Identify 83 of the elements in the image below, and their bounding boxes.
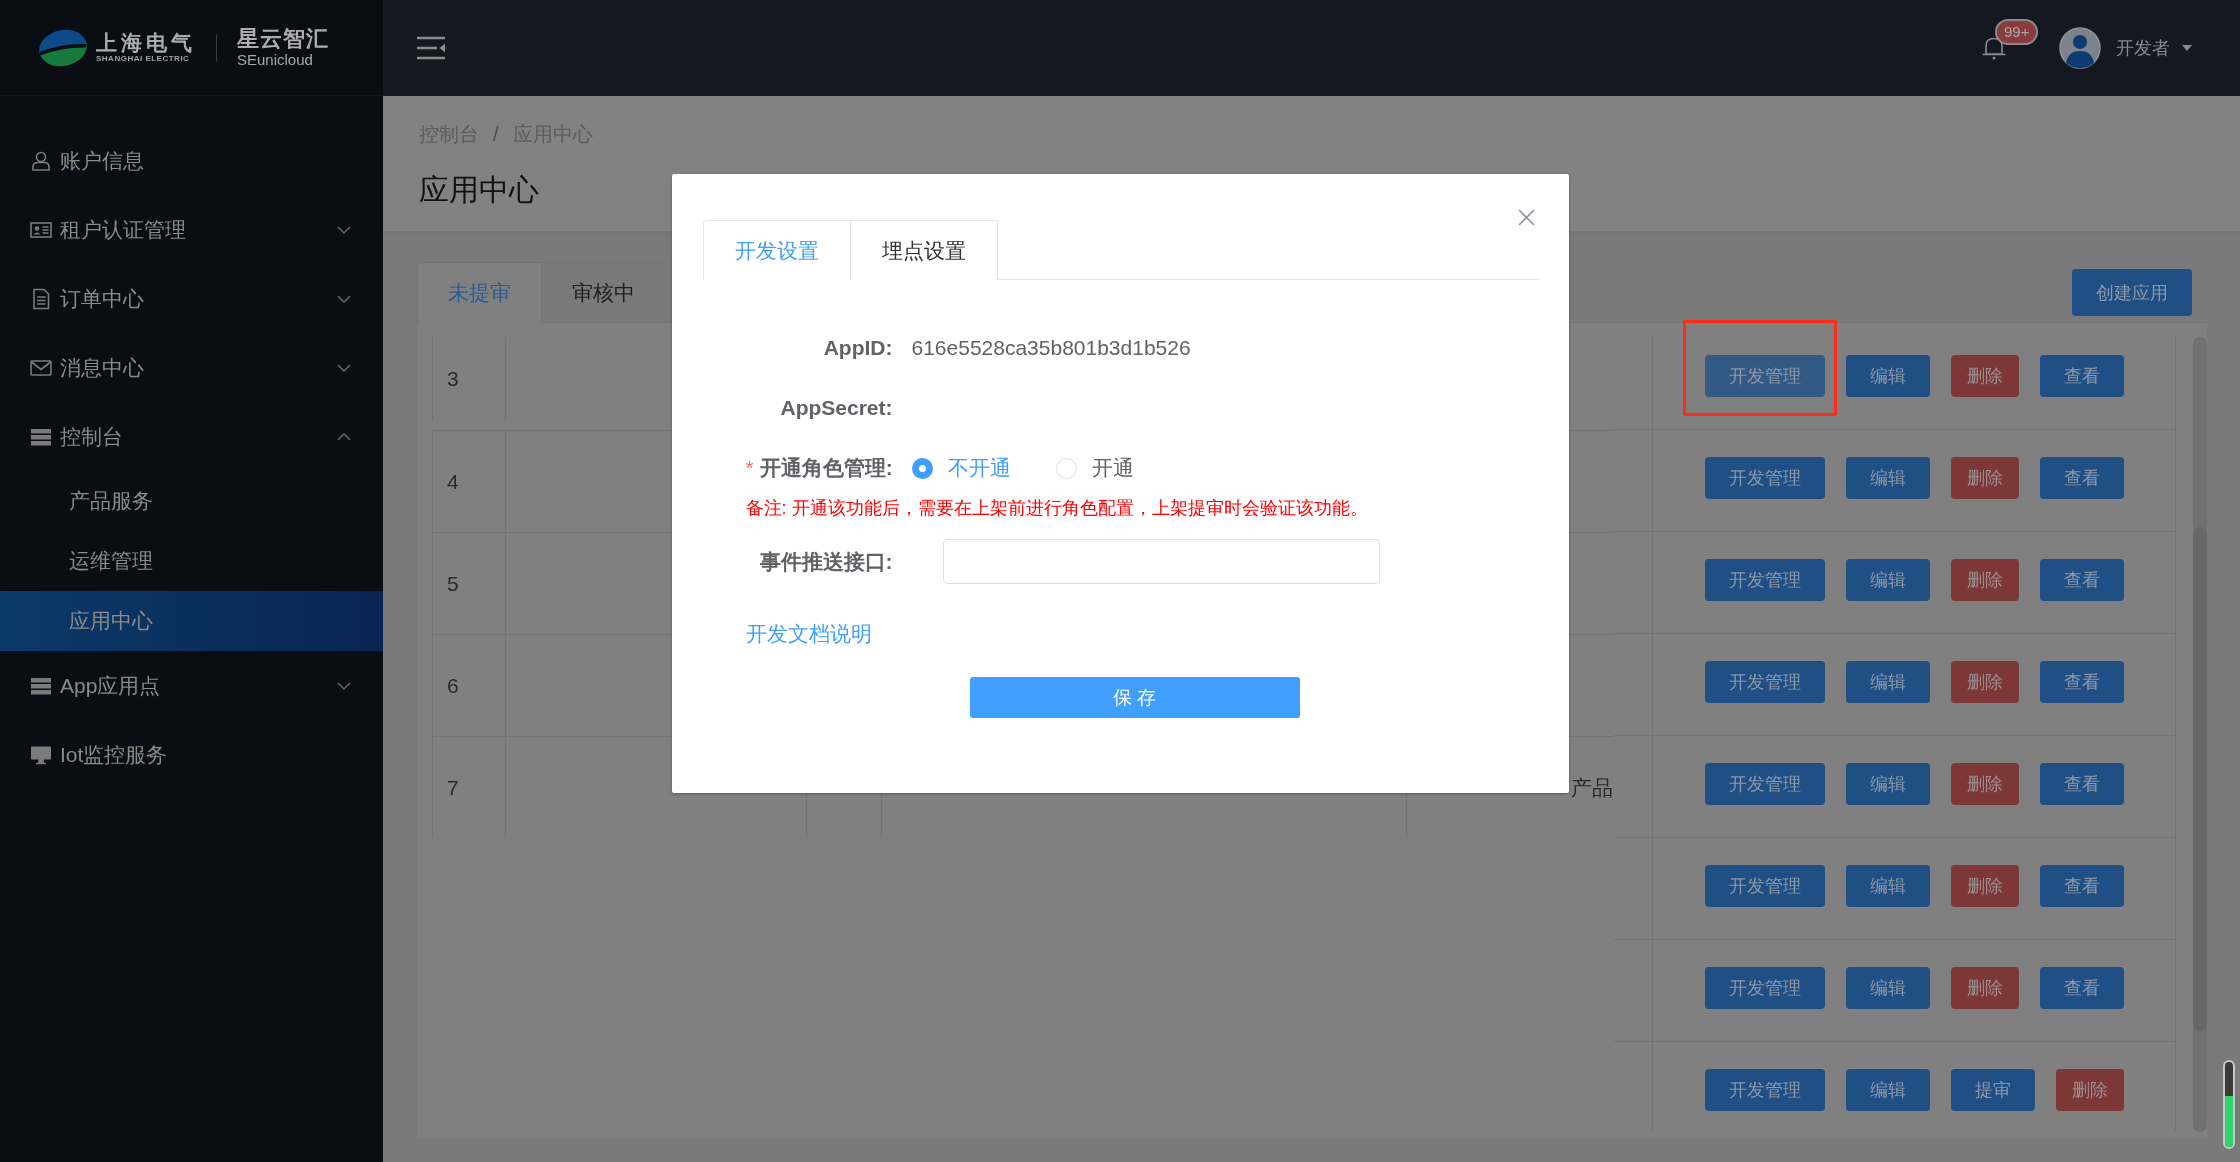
field-label: AppSecret: [780, 396, 893, 419]
action-button[interactable]: 开发管理 [1704, 967, 1825, 1009]
dialog-tab[interactable]: 埋点设置 [850, 220, 998, 280]
action-button[interactable]: 编辑 [1845, 457, 1930, 499]
action-button[interactable]: 开发管理 [1704, 763, 1825, 805]
radio-option[interactable]: 开通 [1055, 454, 1134, 482]
action-button[interactable]: 查看 [2039, 355, 2124, 397]
menu-icon[interactable] [417, 36, 445, 60]
action-button[interactable]: 删除 [1950, 865, 2019, 907]
action-button[interactable]: 开发管理 [1704, 355, 1825, 397]
action-button[interactable]: 开发管理 [1704, 661, 1825, 703]
create-app-button[interactable]: 创建应用 [2072, 269, 2192, 316]
action-button[interactable]: 开发管理 [1704, 1069, 1825, 1111]
doc-link[interactable]: 开发文档说明 [745, 620, 872, 648]
action-button[interactable]: 编辑 [1845, 1069, 1930, 1111]
radio-option[interactable]: 不开通 [911, 454, 1011, 482]
product-name: 星云智汇 [237, 27, 329, 51]
logo-icon [38, 27, 88, 68]
sidebar-item[interactable]: Iot监控服务 [0, 720, 383, 789]
tab[interactable]: 未提审 [417, 262, 542, 323]
table-cell: 7 [447, 775, 459, 800]
sidebar-subitem[interactable]: 应用中心 [0, 591, 383, 651]
action-button[interactable]: 查看 [2039, 967, 2124, 1009]
caret-down-icon[interactable] [2182, 45, 2192, 51]
table-cell: 4 [447, 469, 459, 494]
note-text: 备注: 开通该功能后，需要在上架前进行角色配置，上架提审时会验证该功能。 [745, 497, 1368, 520]
action-button[interactable]: 删除 [1950, 661, 2019, 703]
action-button[interactable]: 删除 [1950, 763, 2019, 805]
field-label: 开通角色管理: [759, 456, 893, 479]
sidebar-item[interactable]: 消息中心 [0, 333, 383, 402]
action-button[interactable]: 删除 [2055, 1069, 2124, 1111]
action-button[interactable]: 删除 [1950, 559, 2019, 601]
sidebar-item[interactable]: 账户信息 [0, 126, 383, 195]
sidebar-item[interactable]: 控制台 [0, 402, 383, 471]
action-button[interactable]: 开发管理 [1704, 559, 1825, 601]
action-button[interactable]: 提审 [1950, 1069, 2035, 1111]
avatar-icon[interactable] [2059, 27, 2101, 69]
product-subtitle: SEunicloud [237, 51, 313, 68]
action-button[interactable]: 删除 [1950, 355, 2019, 397]
action-button[interactable]: 编辑 [1845, 661, 1930, 703]
dialog-tab[interactable]: 开发设置 [702, 220, 851, 280]
user-name[interactable]: 开发者 [2116, 36, 2170, 60]
field-label: 事件推送接口: [759, 549, 893, 573]
user-icon [30, 149, 52, 172]
brand-name: 上海电气 [96, 31, 196, 54]
action-button[interactable]: 查看 [2039, 457, 2124, 499]
page-title: 应用中心 [419, 174, 539, 206]
sidebar-item[interactable]: 租户认证管理 [0, 195, 383, 264]
scrollbar-thumb[interactable] [2193, 527, 2207, 1031]
field-value: 616e5528ca35b801b3d1b526 [911, 336, 1191, 360]
close-icon[interactable] [1517, 209, 1535, 226]
action-button[interactable]: 查看 [2039, 559, 2124, 601]
sidebar-subitem[interactable]: 运维管理 [0, 531, 383, 591]
action-button[interactable]: 编辑 [1845, 865, 1930, 907]
table-cell: 3 [447, 367, 459, 391]
bell-icon[interactable] [1981, 35, 2007, 61]
table-cell-text: 产品 [1571, 774, 1613, 801]
action-button[interactable]: 删除 [1950, 457, 2019, 499]
action-button[interactable]: 查看 [2039, 763, 2124, 805]
radio-icon[interactable] [911, 457, 933, 479]
required-mark: * [745, 456, 754, 479]
action-button[interactable]: 编辑 [1845, 355, 1930, 397]
sidebar-subitem[interactable]: 产品服务 [0, 471, 383, 531]
field-label: AppID: [823, 336, 893, 359]
radio-icon[interactable] [1055, 457, 1077, 479]
action-button[interactable]: 查看 [2039, 865, 2124, 907]
input-field[interactable] [942, 539, 1380, 584]
action-button[interactable]: 删除 [1950, 967, 2019, 1009]
action-button[interactable]: 开发管理 [1704, 865, 1825, 907]
brand-subtitle: SHANGHAI ELECTRIC [96, 53, 190, 64]
save-button[interactable]: 保 存 [969, 677, 1300, 718]
breadcrumb-separator: / [493, 122, 499, 147]
notification-badge: 99+ [1995, 19, 2039, 45]
sidebar-item[interactable]: App应用点 [0, 651, 383, 720]
action-button[interactable]: 编辑 [1845, 967, 1930, 1009]
document-icon [30, 287, 52, 310]
table-cell: 6 [447, 673, 459, 698]
table-cell: 5 [447, 571, 459, 596]
action-button[interactable]: 编辑 [1845, 559, 1930, 601]
action-button[interactable]: 查看 [2039, 661, 2124, 703]
sidebar-item[interactable]: 订单中心 [0, 264, 383, 333]
action-button[interactable]: 开发管理 [1704, 457, 1825, 499]
action-button[interactable]: 编辑 [1845, 763, 1930, 805]
